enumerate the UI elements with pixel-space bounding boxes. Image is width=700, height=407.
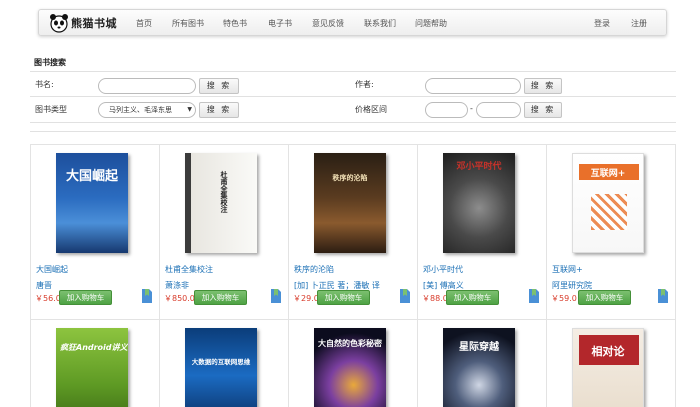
top-navbar: 熊猫书城 首页 所有图书 特色书 电子书 意见反馈 联系我们 问题帮助 登录 注… (38, 9, 667, 36)
cover-title: 秩序的沦陷 (332, 174, 368, 182)
add-to-cart-button[interactable]: 加入购物车 (194, 290, 247, 305)
book-grid: 大国崛起 大国崛起 唐晋 ￥56.0 加入购物车 杜甫全集校注 杜甫全集校注 萧… (30, 144, 676, 407)
nav-help[interactable]: 问题帮助 (415, 10, 447, 37)
cover-title: 星际穿越 (459, 342, 499, 353)
book-cover[interactable]: 互联网+ (572, 153, 644, 253)
book-title[interactable]: 杜甫全集校注 (165, 264, 213, 275)
nav-featured[interactable]: 特色书 (223, 10, 247, 37)
price-search-button[interactable]: 搜 索 (524, 102, 562, 118)
book-title[interactable]: 大国崛起 (36, 264, 68, 275)
cover-title: 互联网+ (590, 169, 626, 179)
book-card: 互联网+ 互联网+ 阿里研究院 ￥59.0 加入购物车 (547, 145, 676, 320)
name-input[interactable] (98, 78, 196, 94)
book-price: ￥29.0 (293, 294, 319, 303)
cover-title: 大国崛起 (65, 169, 118, 184)
price-label: 价格区间 (355, 105, 387, 114)
caret-down-icon: ▼ (187, 106, 192, 113)
book-card: 疯狂Android讲义 (31, 320, 160, 407)
book-cover[interactable]: 秩序的沦陷 (314, 153, 386, 253)
book-cover[interactable]: 相对论 (572, 328, 644, 407)
divider (30, 96, 676, 97)
bookmark-icon[interactable] (269, 288, 283, 304)
book-title[interactable]: 邓小平时代 (423, 264, 463, 275)
bookmark-icon[interactable] (398, 288, 412, 304)
book-cover[interactable]: 杜甫全集校注 (185, 153, 257, 253)
nav-feedback[interactable]: 意见反馈 (312, 10, 344, 37)
book-card: 大国崛起 大国崛起 唐晋 ￥56.0 加入购物车 (31, 145, 160, 320)
book-card: 杜甫全集校注 杜甫全集校注 萧涤非 ￥850.0 加入购物车 (160, 145, 289, 320)
cover-title: 大自然的色彩秘密 (318, 339, 382, 348)
add-to-cart-button[interactable]: 加入购物车 (317, 290, 370, 305)
book-price: ￥56.0 (35, 294, 61, 303)
book-card: 邓小平时代 邓小平时代 [美] 傅高义 ￥88.0 加入购物车 (418, 145, 547, 320)
name-search-button[interactable]: 搜 索 (199, 78, 239, 94)
bookmark-icon[interactable] (656, 288, 670, 304)
book-cover[interactable]: 邓小平时代 (443, 153, 515, 253)
book-author[interactable]: 萧涤非 (165, 280, 189, 291)
nav-register[interactable]: 注册 (631, 10, 647, 37)
book-card: 大自然的色彩秘密 (289, 320, 418, 407)
cover-title: 杜甫全集校注 (220, 171, 229, 213)
author-input[interactable] (425, 78, 521, 94)
book-author[interactable]: 唐晋 (36, 280, 52, 291)
divider (30, 131, 676, 132)
book-cover[interactable]: 疯狂Android讲义 (56, 328, 128, 407)
book-price: ￥59.0 (551, 294, 577, 303)
panda-logo-icon (50, 14, 68, 33)
add-to-cart-button[interactable]: 加入购物车 (578, 290, 631, 305)
book-card: 秩序的沦陷 秩序的沦陷 [加] 卜正民 著；潘敏 译 ￥29.0 加入购物车 (289, 145, 418, 320)
bookmark-icon[interactable] (140, 288, 154, 304)
cover-title: 邓小平时代 (456, 162, 502, 172)
bookmark-icon[interactable] (527, 288, 541, 304)
book-title[interactable]: 互联网+ (552, 264, 583, 275)
book-cover[interactable]: 大国崛起 (56, 153, 128, 253)
cover-pattern (591, 194, 627, 230)
brand[interactable]: 熊猫书城 (49, 13, 117, 33)
brand-name: 熊猫书城 (71, 17, 117, 30)
search-title: 图书搜索 (34, 58, 66, 67)
add-to-cart-button[interactable]: 加入购物车 (59, 290, 112, 305)
book-price: ￥850.0 (164, 294, 195, 303)
book-card: 大数据的互联网思维 (160, 320, 289, 407)
type-select[interactable]: 马列主义、毛泽东思 ▼ (98, 102, 196, 118)
price-max-input[interactable] (476, 102, 521, 118)
cover-title: 疯狂Android讲义 (60, 343, 128, 352)
price-min-input[interactable] (425, 102, 468, 118)
book-title[interactable]: 秩序的沦陷 (294, 264, 334, 275)
nav-home[interactable]: 首页 (136, 10, 152, 37)
type-label: 图书类型 (35, 105, 67, 114)
nav-contact[interactable]: 联系我们 (364, 10, 396, 37)
price-separator: - (470, 104, 473, 113)
book-card: 星际穿越 (418, 320, 547, 407)
book-cover[interactable]: 大数据的互联网思维 (185, 328, 257, 407)
nav-all-books[interactable]: 所有图书 (172, 10, 204, 37)
divider (30, 71, 676, 72)
type-select-value: 马列主义、毛泽东思 (109, 106, 172, 114)
name-label: 书名: (35, 80, 54, 89)
author-label: 作者: (355, 80, 374, 89)
nav-login[interactable]: 登录 (594, 10, 610, 37)
divider (30, 122, 676, 123)
cover-title: 相对论 (591, 345, 625, 358)
book-card: 相对论 (547, 320, 676, 407)
author-search-button[interactable]: 搜 索 (524, 78, 562, 94)
nav-ebooks[interactable]: 电子书 (268, 10, 292, 37)
book-cover[interactable]: 星际穿越 (443, 328, 515, 407)
book-cover[interactable]: 大自然的色彩秘密 (314, 328, 386, 407)
type-search-button[interactable]: 搜 索 (199, 102, 239, 118)
add-to-cart-button[interactable]: 加入购物车 (446, 290, 499, 305)
book-price: ￥88.0 (422, 294, 448, 303)
cover-title: 大数据的互联网思维 (191, 358, 251, 366)
